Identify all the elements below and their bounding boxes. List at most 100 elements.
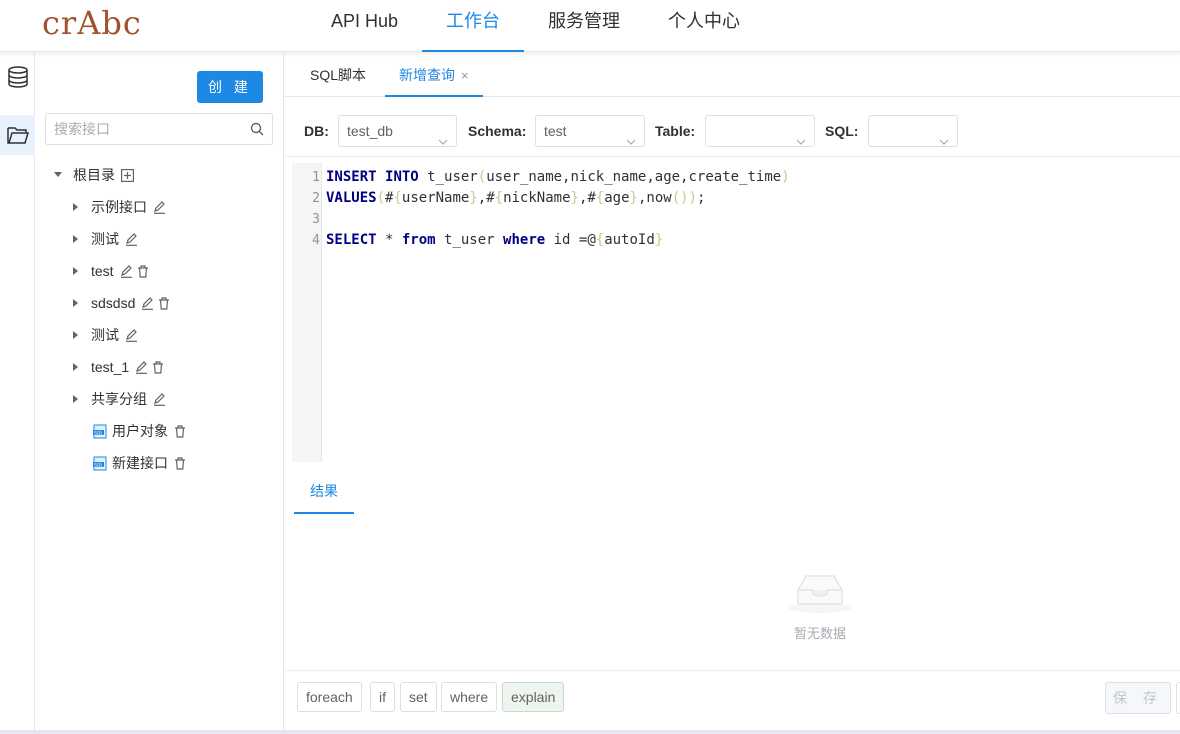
tree-item[interactable]: test_1	[71, 351, 168, 383]
foreach-button[interactable]: foreach	[297, 682, 362, 712]
line-number: 1	[312, 170, 320, 185]
save-button[interactable]: 保 存	[1105, 682, 1171, 714]
delete-icon[interactable]	[174, 456, 186, 470]
explain-button[interactable]: explain	[502, 682, 565, 712]
db-label: DB:	[304, 123, 329, 139]
schema-select-value: test	[544, 123, 567, 139]
tab-sql-script[interactable]: SQL脚本	[310, 53, 366, 97]
db-select[interactable]: test_db	[338, 115, 457, 147]
edit-icon[interactable]	[153, 200, 166, 214]
nav-item-workbench[interactable]: 工作台	[422, 0, 525, 52]
code-line-1: INSERT INTO t_user(user_name,nick_name,a…	[326, 169, 790, 185]
search-icon[interactable]	[250, 122, 264, 141]
caret-right-icon[interactable]	[71, 330, 81, 340]
empty-state: 暂无数据	[780, 572, 860, 642]
chevron-down-icon	[626, 126, 636, 156]
tree-item-label: 测试	[91, 327, 119, 343]
tab-result[interactable]: 结果	[294, 470, 354, 514]
tree-item-label: test_1	[91, 359, 130, 375]
line-number: 4	[312, 233, 320, 248]
bottom-toolbar: foreach if set where explain 保 存	[285, 670, 1180, 730]
search-box	[45, 113, 273, 145]
sql-file-icon: SQL	[93, 456, 108, 471]
delete-icon[interactable]	[158, 296, 170, 310]
svg-text:SQL: SQL	[94, 430, 103, 436]
delete-icon[interactable]	[152, 360, 164, 374]
edit-icon[interactable]	[141, 296, 154, 310]
caret-right-icon[interactable]	[71, 394, 81, 404]
app-logo[interactable]: crAbc	[42, 4, 142, 42]
tree-root[interactable]: 根目录	[53, 159, 138, 191]
chevron-down-icon	[939, 126, 949, 156]
icon-rail	[0, 53, 35, 734]
svg-text:SQL: SQL	[94, 462, 103, 468]
search-input[interactable]	[46, 114, 236, 144]
edit-icon[interactable]	[125, 232, 138, 246]
tree-leaf[interactable]: SQL 新建接口	[93, 447, 190, 479]
editor-tabs: SQL脚本 新增查询 ×	[285, 53, 1180, 97]
add-square-icon[interactable]	[121, 168, 134, 182]
tree-item[interactable]: 示例接口	[71, 191, 170, 223]
top-header: crAbc API Hub 工作台 服务管理 个人中心	[0, 0, 1180, 52]
edit-icon[interactable]	[120, 264, 133, 278]
query-filters: DB: test_db Schema: test Table: SQL:	[285, 105, 1180, 157]
tree-item[interactable]: 测试	[71, 319, 142, 351]
caret-down-icon[interactable]	[53, 170, 63, 180]
database-icon[interactable]	[0, 57, 35, 97]
folder-open-icon[interactable]	[0, 115, 35, 155]
empty-text: 暂无数据	[793, 626, 846, 641]
secondary-button[interactable]	[1176, 682, 1180, 714]
db-select-value: test_db	[347, 123, 393, 139]
tree-item[interactable]: 测试	[71, 223, 142, 255]
nav-item-api-hub[interactable]: API Hub	[307, 0, 422, 52]
line-number: 3	[312, 212, 320, 227]
schema-label: Schema:	[468, 123, 527, 139]
schema-select[interactable]: test	[535, 115, 645, 147]
tab-new-query[interactable]: 新增查询 ×	[385, 53, 483, 97]
nav-item-service-management[interactable]: 服务管理	[524, 0, 644, 52]
create-button[interactable]: 创 建	[197, 71, 263, 103]
caret-right-icon[interactable]	[71, 298, 81, 308]
if-button[interactable]: if	[370, 682, 395, 712]
delete-icon[interactable]	[137, 264, 149, 278]
nav-item-personal-center[interactable]: 个人中心	[644, 0, 764, 52]
api-tree-panel: 创 建 根目录 示例接口 测试	[35, 53, 284, 734]
caret-right-icon[interactable]	[71, 362, 81, 372]
tree-item[interactable]: test	[71, 255, 153, 287]
caret-right-icon[interactable]	[71, 202, 81, 212]
sql-select[interactable]	[868, 115, 958, 147]
where-button[interactable]: where	[441, 682, 498, 712]
edit-icon[interactable]	[125, 328, 138, 342]
tree-item-label: 共享分组	[91, 391, 147, 407]
sql-editor[interactable]: 1 2 3 4 INSERT INTO t_user(user_name,nic…	[292, 163, 1180, 462]
line-number: 2	[312, 191, 320, 206]
tab-label: 新增查询	[399, 67, 455, 83]
tree-item-label: test	[91, 263, 114, 279]
bottom-divider	[0, 730, 1180, 734]
table-label: Table:	[655, 123, 696, 139]
edit-icon[interactable]	[135, 360, 148, 374]
tree-root-label: 根目录	[73, 167, 115, 183]
tree-leaf[interactable]: SQL 用户对象	[93, 415, 190, 447]
empty-inbox-icon	[788, 575, 852, 618]
set-button[interactable]: set	[400, 682, 437, 712]
delete-icon[interactable]	[174, 424, 186, 438]
table-select[interactable]	[705, 115, 815, 147]
caret-right-icon[interactable]	[71, 234, 81, 244]
code-line-2: VALUES(#{userName},#{nickName},#{age},no…	[326, 190, 706, 206]
close-icon[interactable]: ×	[461, 68, 469, 83]
tree-item-label: sdsdsd	[91, 295, 136, 311]
sql-file-icon: SQL	[93, 424, 108, 439]
edit-icon[interactable]	[153, 392, 166, 406]
tree-leaf-label: 用户对象	[112, 423, 168, 439]
tree-leaf-label: 新建接口	[112, 455, 168, 471]
caret-right-icon[interactable]	[71, 266, 81, 276]
chevron-down-icon	[796, 126, 806, 156]
chevron-down-icon	[438, 126, 448, 156]
tree-item[interactable]: sdsdsd	[71, 287, 174, 319]
tree-item[interactable]: 共享分组	[71, 383, 170, 415]
tree-item-label: 测试	[91, 231, 119, 247]
sql-label: SQL:	[825, 123, 859, 139]
main-nav: API Hub 工作台 服务管理 个人中心	[307, 0, 764, 52]
tree-item-label: 示例接口	[91, 199, 147, 215]
